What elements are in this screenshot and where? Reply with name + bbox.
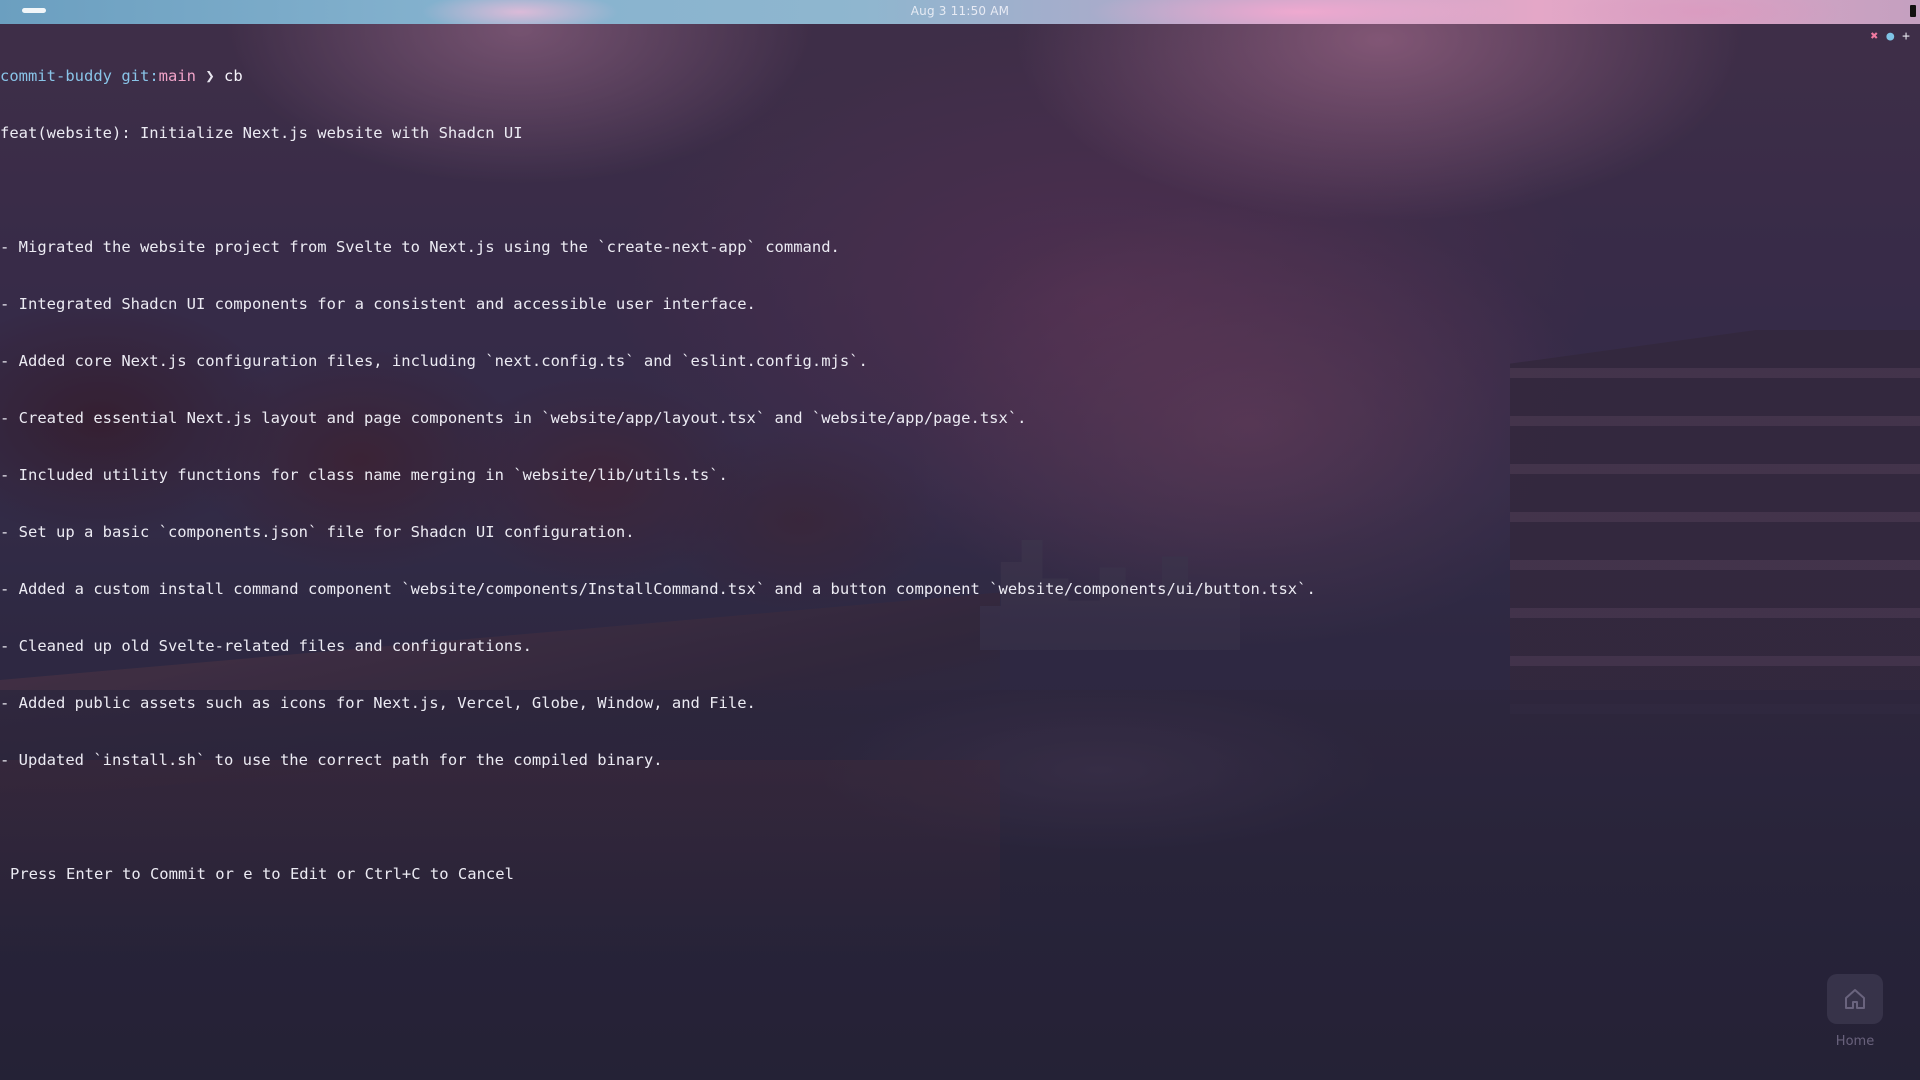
terminal-controls: ✖ ● + [1871, 30, 1910, 44]
prompt-arrow: ❯ [205, 67, 215, 85]
home-shortcut[interactable]: Home [1818, 974, 1892, 1054]
system-tray-indicator[interactable] [1910, 5, 1916, 17]
commit-title: feat(website): Initialize Next.js websit… [0, 124, 523, 142]
commit-body-line: - Cleaned up old Svelte-related files an… [0, 637, 532, 655]
prompt-directory: commit-buddy [0, 67, 112, 85]
dot-icon[interactable]: ● [1886, 30, 1894, 44]
commit-body-line: - Set up a basic `components.json` file … [0, 523, 635, 541]
home-label: Home [1835, 1034, 1875, 1049]
top-panel: Aug 3 11:50 AM [0, 0, 1920, 24]
terminal-output[interactable]: commit-buddy git:main ❯ cb feat(website)… [0, 29, 1316, 922]
prompt-branch: main [158, 67, 196, 85]
terminal-window[interactable]: ✖ ● + commit-buddy git:main ❯ cb feat(we… [0, 24, 1920, 1080]
commit-body-line: - Integrated Shadcn UI components for a … [0, 295, 756, 313]
desktop-screen: Aug 3 11:50 AM ✖ ● + commit-buddy git:ma… [0, 0, 1920, 1080]
home-icon[interactable] [1827, 974, 1883, 1024]
clock[interactable]: Aug 3 11:50 AM [0, 4, 1920, 18]
commit-body-line: - Created essential Next.js layout and p… [0, 409, 1027, 427]
commit-body-line: - Added a custom install command compone… [0, 580, 1316, 598]
commit-body-line: - Added core Next.js configuration files… [0, 352, 868, 370]
close-icon[interactable]: ✖ [1871, 30, 1879, 44]
prompt-line: commit-buddy git:main ❯ cb [0, 67, 1316, 86]
prompt-command: cb [224, 67, 243, 85]
commit-body-line: - Updated `install.sh` to use the correc… [0, 751, 663, 769]
plus-icon[interactable]: + [1902, 30, 1910, 44]
commit-body-line: - Added public assets such as icons for … [0, 694, 756, 712]
commit-body-line: - Migrated the website project from Svel… [0, 238, 840, 256]
prompt-git-label: git: [121, 67, 159, 85]
commit-action-hint: Press Enter to Commit or e to Edit or Ct… [10, 865, 514, 883]
commit-body-line: - Included utility functions for class n… [0, 466, 728, 484]
